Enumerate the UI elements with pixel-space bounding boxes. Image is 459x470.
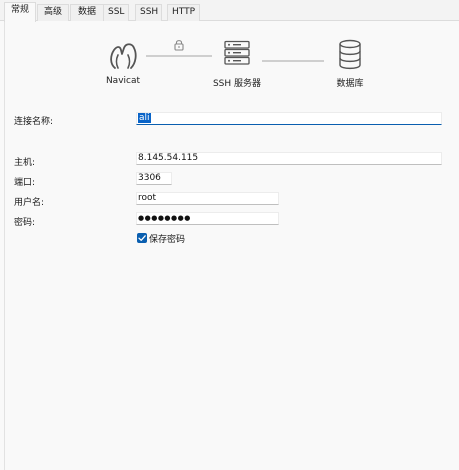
tab-bar: 常规 高级 数据库 SSL SSH HTTP <box>0 0 459 32</box>
database-icon <box>339 39 361 70</box>
username-input[interactable]: root <box>136 192 279 205</box>
lock-icon <box>174 40 184 51</box>
host-label: 主机: <box>14 158 36 168</box>
connector-line <box>146 55 212 57</box>
server-icon <box>224 40 250 65</box>
tab-advanced[interactable]: 高级 <box>37 4 69 21</box>
port-input[interactable]: 3306 <box>136 172 172 185</box>
checkmark-icon <box>138 235 146 241</box>
database-label: 数据库 <box>336 79 364 89</box>
tab-general[interactable]: 常规 <box>4 2 36 22</box>
tab-ssl[interactable]: SSL <box>103 4 129 21</box>
connector-line <box>262 60 324 62</box>
tab-http[interactable]: HTTP <box>167 4 200 21</box>
tab-ssh[interactable]: SSH <box>135 4 162 21</box>
connection-name-label: 连接名称: <box>14 117 54 127</box>
ssh-server-label: SSH 服务器 <box>212 79 262 89</box>
save-password-label[interactable]: 保存密码 <box>149 232 185 245</box>
navicat-logo-icon <box>110 43 137 69</box>
connection-name-input[interactable]: ali <box>136 112 442 125</box>
port-label: 端口: <box>14 178 36 188</box>
connection-name-value: ali <box>138 113 151 123</box>
password-label: 密码: <box>14 218 36 228</box>
username-label: 用户名: <box>14 198 45 208</box>
save-password-checkbox[interactable] <box>137 233 147 243</box>
navicat-label: Navicat <box>105 76 141 86</box>
password-input[interactable]: ●●●●●●●● <box>136 212 279 225</box>
tab-databases[interactable]: 数据库 <box>70 4 104 32</box>
host-input[interactable]: 8.145.54.115 <box>136 152 442 165</box>
